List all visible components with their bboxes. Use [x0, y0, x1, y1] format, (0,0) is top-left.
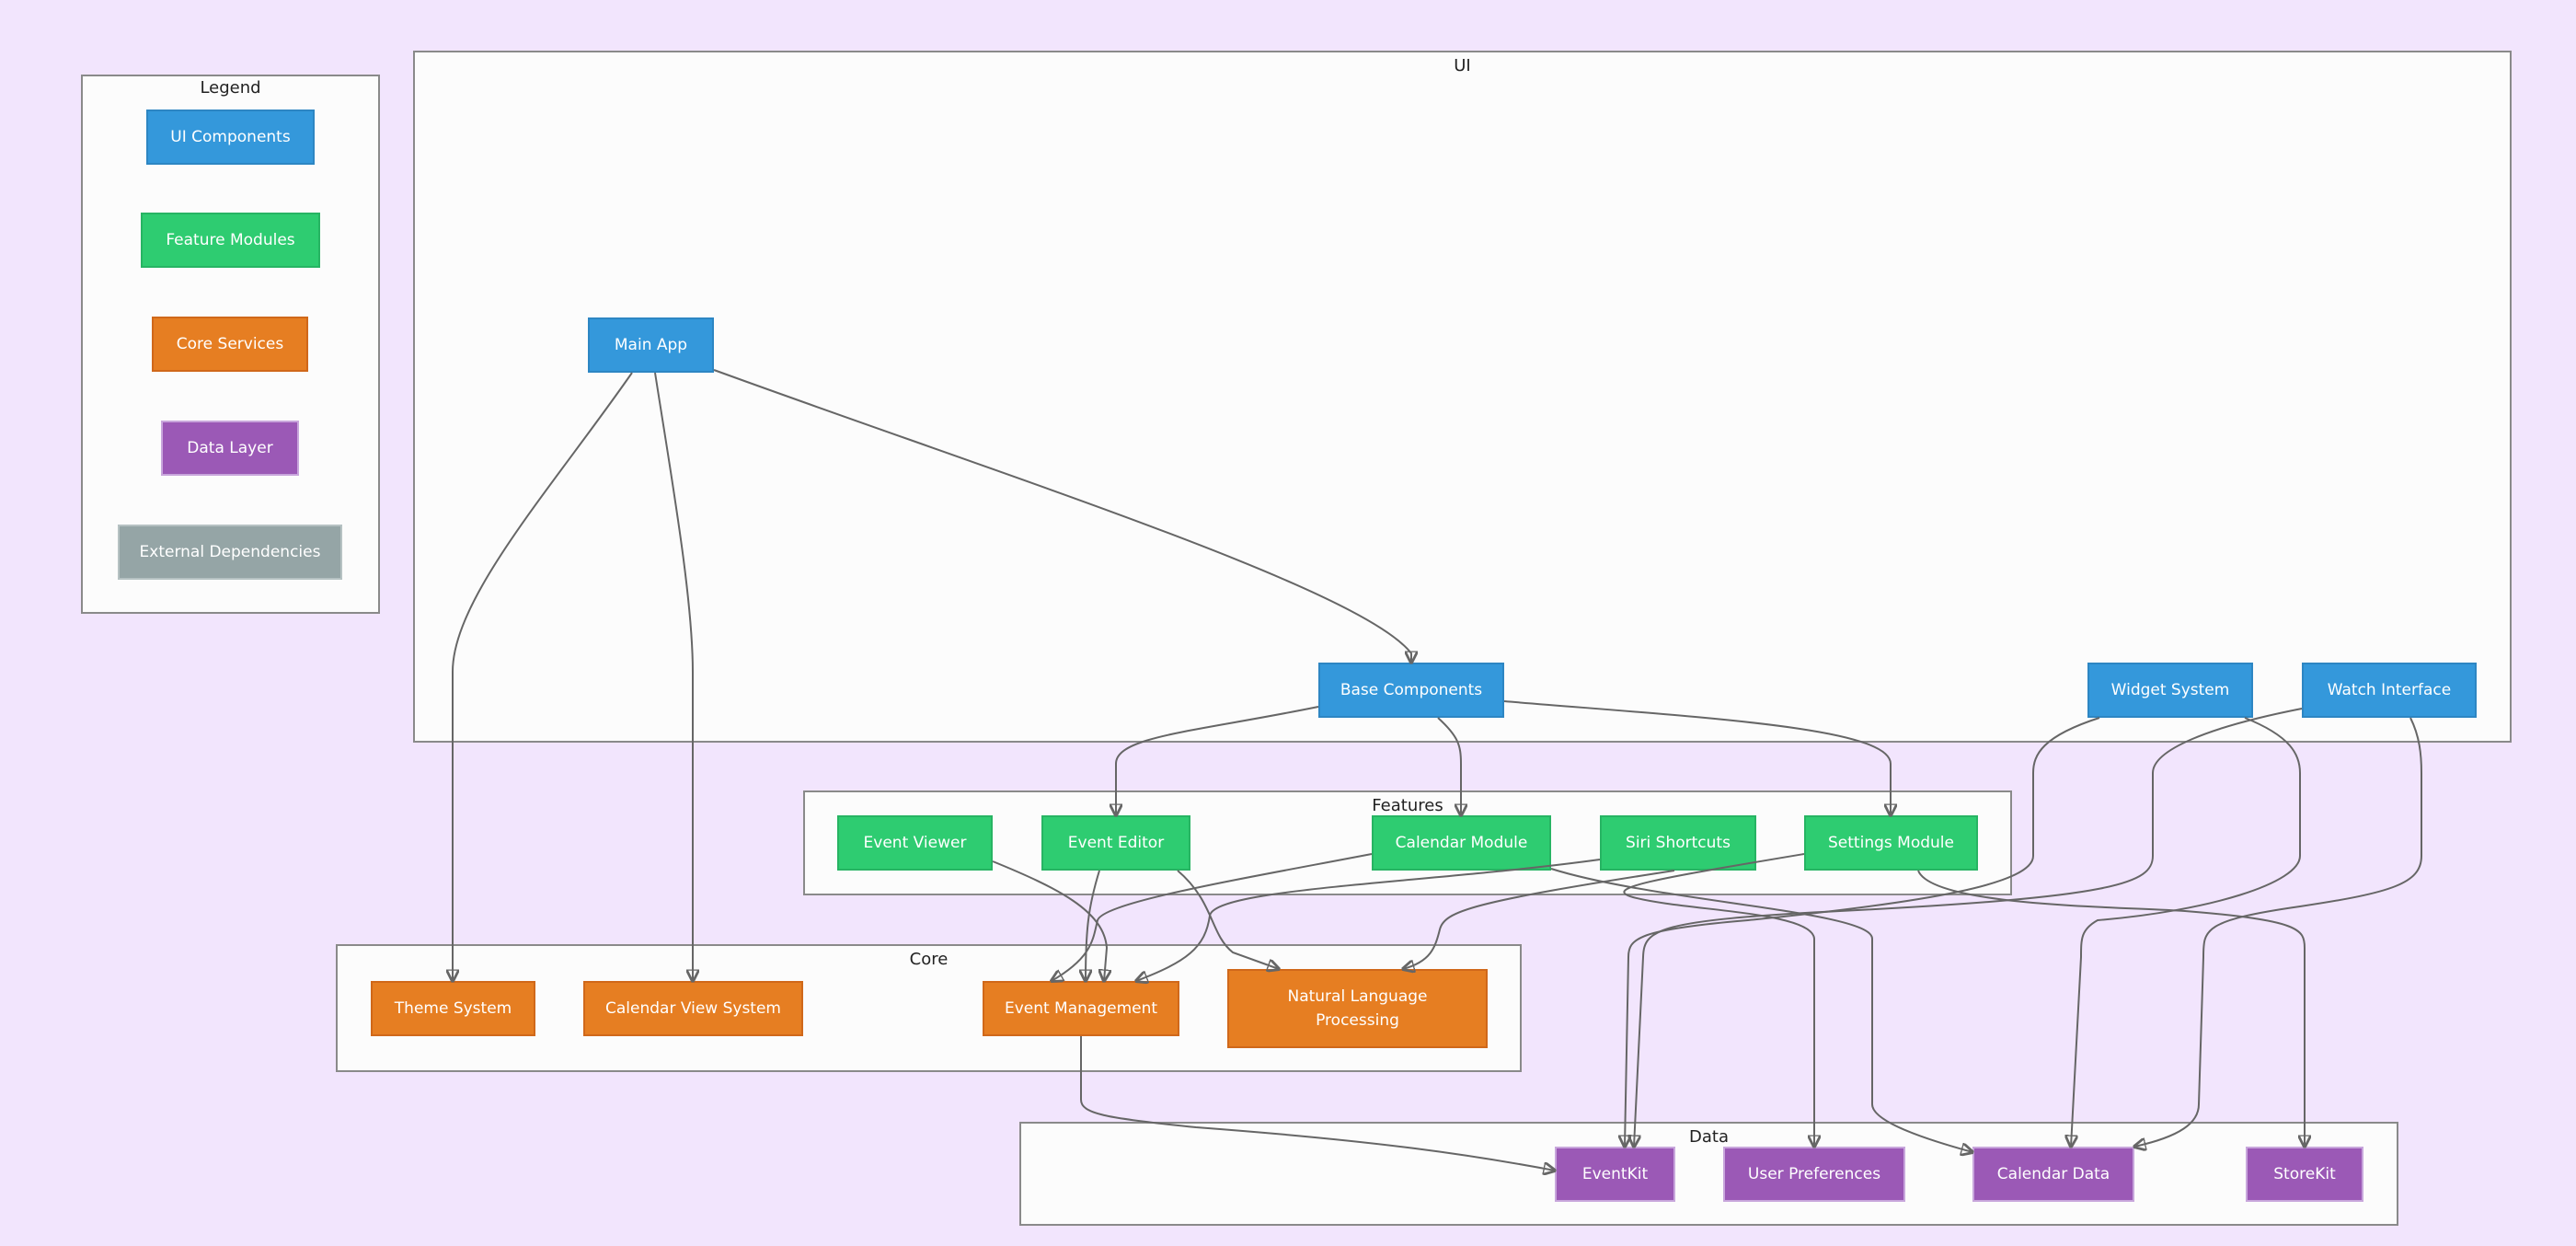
node-eventkit[interactable]: EventKit — [1555, 1147, 1675, 1202]
node-settings-module[interactable]: Settings Module — [1804, 815, 1978, 871]
node-base-components[interactable]: Base Components — [1318, 663, 1504, 718]
node-storekit[interactable]: StoreKit — [2246, 1147, 2363, 1202]
legend-item-data-layer: Data Layer — [161, 421, 299, 476]
cluster-ui-title: UI — [1454, 56, 1471, 75]
cluster-features-title: Features — [1372, 796, 1443, 815]
node-event-viewer[interactable]: Event Viewer — [837, 815, 993, 871]
edge-calendar-module-to-calendar-data — [1550, 868, 1972, 1152]
edge-settings-module-to-user-preferences — [1623, 853, 1814, 1147]
edge-widget-system-to-calendar-data — [2071, 717, 2301, 1147]
cluster-data: Data — [1019, 1122, 2398, 1226]
node-event-editor[interactable]: Event Editor — [1041, 815, 1190, 871]
node-calendar-module[interactable]: Calendar Module — [1372, 815, 1551, 871]
legend-item-feature-modules: Feature Modules — [141, 213, 320, 268]
cluster-ui: UI — [413, 51, 2512, 743]
diagram-canvas: Legend UI Components Feature Modules Cor… — [0, 0, 2576, 1246]
node-theme-system[interactable]: Theme System — [371, 981, 535, 1036]
legend-item-external-dependencies: External Dependencies — [118, 525, 342, 580]
node-calendar-view-system[interactable]: Calendar View System — [583, 981, 803, 1036]
legend-title: Legend — [200, 78, 261, 98]
legend-item-ui-components: UI Components — [146, 110, 315, 165]
node-calendar-data[interactable]: Calendar Data — [1972, 1147, 2134, 1202]
edge-settings-module-to-storekit — [1917, 870, 2305, 1147]
cluster-data-title: Data — [1689, 1127, 1729, 1147]
node-siri-shortcuts[interactable]: Siri Shortcuts — [1600, 815, 1756, 871]
node-user-preferences[interactable]: User Preferences — [1723, 1147, 1905, 1202]
node-main-app[interactable]: Main App — [588, 317, 714, 373]
node-watch-interface[interactable]: Watch Interface — [2302, 663, 2477, 718]
node-event-management[interactable]: Event Management — [983, 981, 1179, 1036]
edge-widget-system-to-eventkit — [1625, 717, 2100, 1147]
node-natural-language-processing[interactable]: Natural Language Processing — [1227, 969, 1488, 1048]
node-widget-system[interactable]: Widget System — [2087, 663, 2253, 718]
edge-watch-interface-to-eventkit — [1634, 708, 2303, 1147]
edge-watch-interface-to-calendar-data — [2134, 717, 2422, 1147]
cluster-core-title: Core — [909, 950, 949, 969]
legend-item-core-services: Core Services — [152, 317, 308, 372]
